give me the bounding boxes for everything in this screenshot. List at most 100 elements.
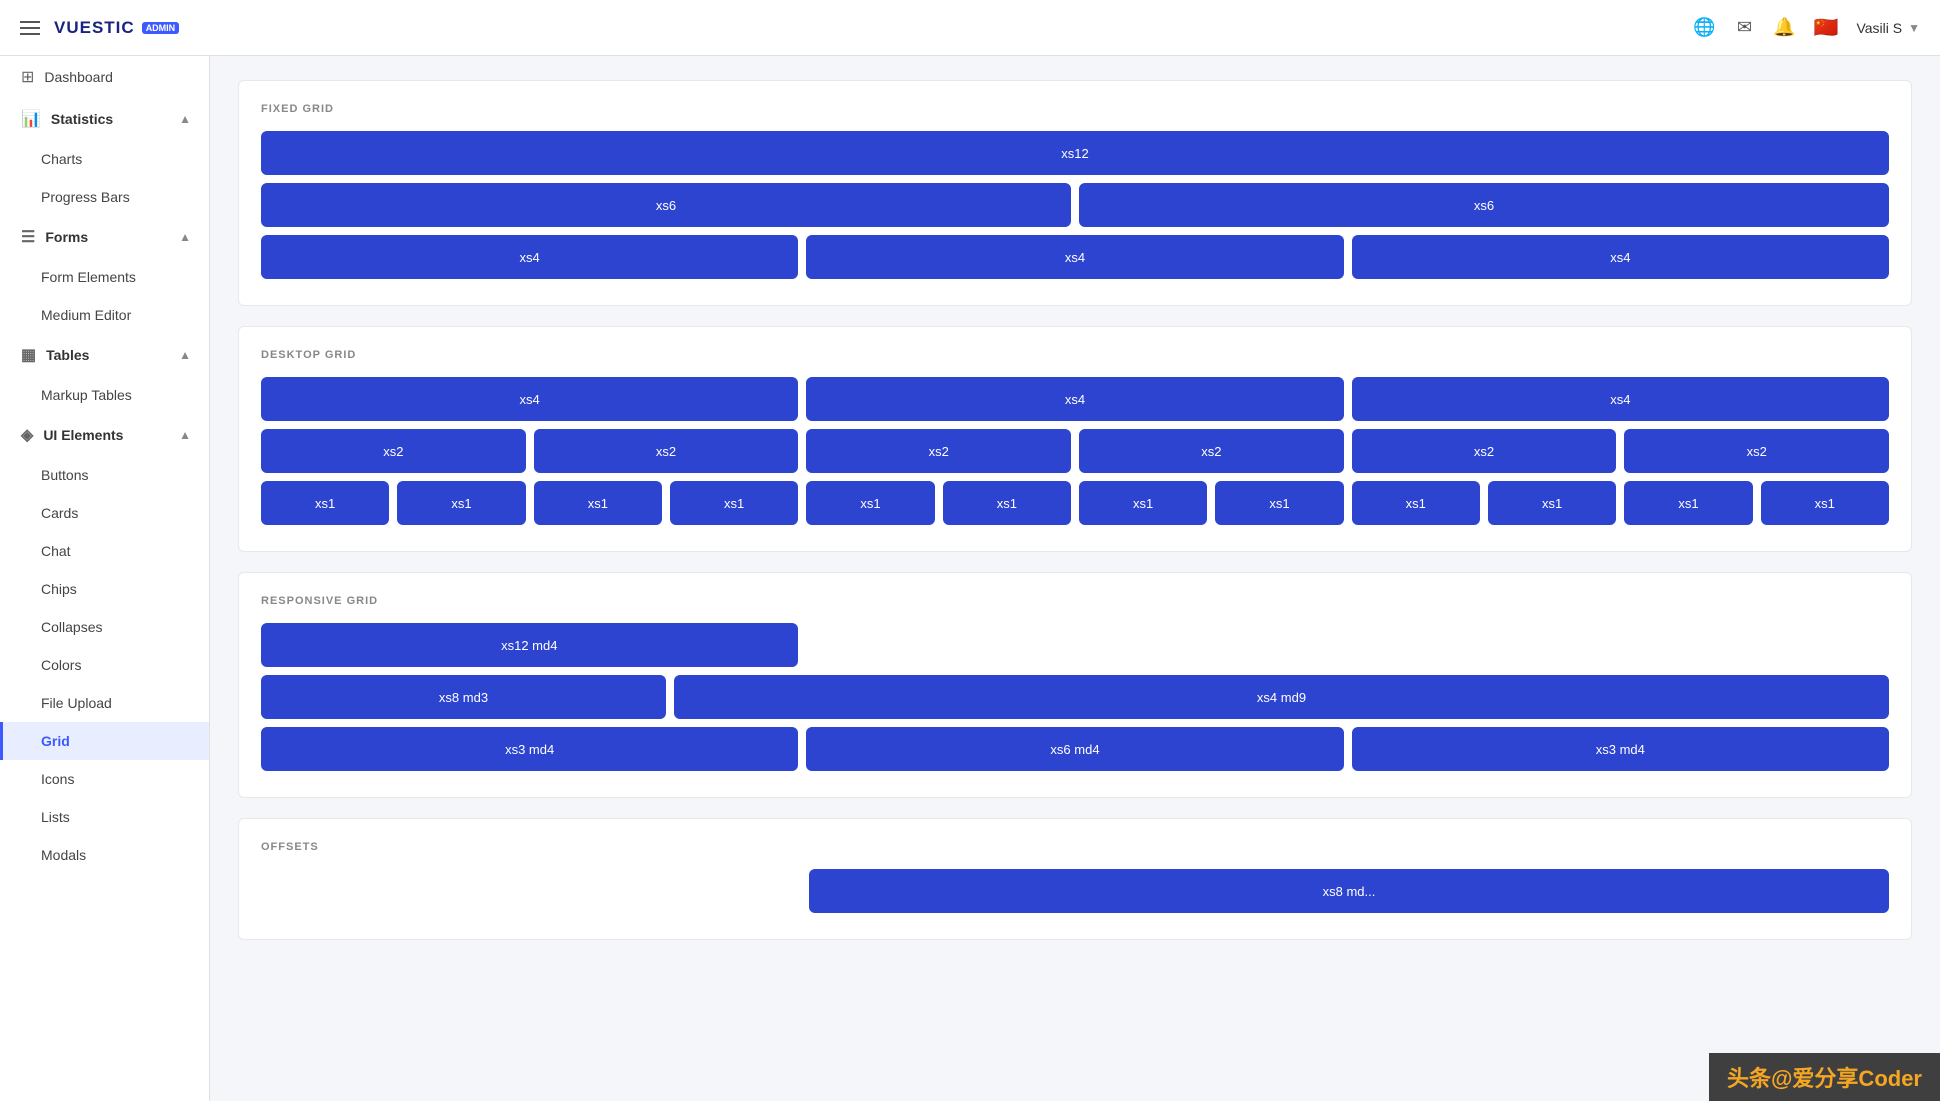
offsets-row-1: xs8 md... xyxy=(261,869,1889,913)
desktop-cell-xs1-5: xs1 xyxy=(806,481,934,525)
resp-cell-xs3md4-2: xs3 md4 xyxy=(1352,727,1889,771)
desktop-cell-xs4-2: xs4 xyxy=(806,377,1343,421)
globe-icon[interactable]: 🌐 xyxy=(1694,17,1716,39)
sidebar-item-medium-editor[interactable]: Medium Editor xyxy=(0,296,209,334)
sidebar-label-medium-editor: Medium Editor xyxy=(41,307,131,323)
desktop-cell-xs1-7: xs1 xyxy=(1079,481,1207,525)
cell-xs4-1: xs4 xyxy=(261,235,798,279)
sidebar-label-icons: Icons xyxy=(41,771,74,787)
desktop-cell-xs2-6: xs2 xyxy=(1624,429,1889,473)
user-menu[interactable]: Vasili S ▼ xyxy=(1856,20,1920,36)
ui-elements-chevron-icon: ▲ xyxy=(179,428,191,442)
desktop-grid-row-2: xs2 xs2 xs2 xs2 xs2 xs2 xyxy=(261,429,1889,473)
sidebar-item-progress-bars[interactable]: Progress Bars xyxy=(0,178,209,216)
responsive-grid-section: RESPONSIVE GRID xs12 md4 xs8 md3 xs4 md9… xyxy=(238,572,1912,798)
desktop-cell-xs4-1: xs4 xyxy=(261,377,798,421)
topnav-right: 🌐 ✉ 🔔 🇨🇳 Vasili S ▼ xyxy=(1694,15,1920,40)
sidebar-item-chat[interactable]: Chat xyxy=(0,532,209,570)
desktop-cell-xs4-3: xs4 xyxy=(1352,377,1889,421)
responsive-grid-row-1: xs12 md4 xyxy=(261,623,1889,667)
sidebar: ⊞ Dashboard 📊 Statistics ▲ Charts Progre… xyxy=(0,56,210,1101)
sidebar-section-tables[interactable]: ▦ Tables ▲ xyxy=(0,334,209,376)
sidebar-label-markup-tables: Markup Tables xyxy=(41,387,132,403)
sidebar-item-lists[interactable]: Lists xyxy=(0,798,209,836)
sidebar-item-charts[interactable]: Charts xyxy=(0,140,209,178)
logo-badge: ADMIN xyxy=(142,22,180,34)
sidebar-item-modals[interactable]: Modals xyxy=(0,836,209,874)
cell-xs6-1: xs6 xyxy=(261,183,1071,227)
cell-xs12: xs12 xyxy=(261,131,1889,175)
user-chevron-icon: ▼ xyxy=(1908,21,1920,35)
desktop-cell-xs2-3: xs2 xyxy=(806,429,1071,473)
forms-chevron-icon: ▲ xyxy=(179,230,191,244)
desktop-grid-row-3: xs1 xs1 xs1 xs1 xs1 xs1 xs1 xs1 xs1 xs1 … xyxy=(261,481,1889,525)
desktop-cell-xs2-4: xs2 xyxy=(1079,429,1344,473)
sidebar-item-dashboard[interactable]: ⊞ Dashboard xyxy=(0,56,209,98)
desktop-cell-xs1-1: xs1 xyxy=(261,481,389,525)
sidebar-label-lists: Lists xyxy=(41,809,70,825)
sidebar-item-chips[interactable]: Chips xyxy=(0,570,209,608)
resp-cell-xs12md4: xs12 md4 xyxy=(261,623,798,667)
sidebar-section-ui-elements[interactable]: ◈ UI Elements ▲ xyxy=(0,414,209,456)
forms-icon: ☰ xyxy=(21,227,35,247)
desktop-grid-title: DESKTOP GRID xyxy=(261,349,1889,361)
bell-icon[interactable]: 🔔 xyxy=(1774,17,1796,39)
sidebar-item-file-upload[interactable]: File Upload xyxy=(0,684,209,722)
sidebar-section-statistics[interactable]: 📊 Statistics ▲ xyxy=(0,98,209,140)
layout: ⊞ Dashboard 📊 Statistics ▲ Charts Progre… xyxy=(0,56,1940,1101)
desktop-cell-xs1-6: xs1 xyxy=(943,481,1071,525)
flag-icon[interactable]: 🇨🇳 xyxy=(1814,15,1839,40)
sidebar-label-form-elements: Form Elements xyxy=(41,269,136,285)
mail-icon[interactable]: ✉ xyxy=(1734,17,1756,39)
sidebar-label-dashboard: Dashboard xyxy=(44,69,113,85)
hamburger-icon[interactable] xyxy=(20,21,40,35)
sidebar-label-modals: Modals xyxy=(41,847,86,863)
desktop-cell-xs1-4: xs1 xyxy=(670,481,798,525)
sidebar-label-forms: Forms xyxy=(45,229,88,245)
sidebar-item-collapses[interactable]: Collapses xyxy=(0,608,209,646)
sidebar-label-charts: Charts xyxy=(41,151,82,167)
responsive-grid-row-3: xs3 md4 xs6 md4 xs3 md4 xyxy=(261,727,1889,771)
sidebar-label-grid: Grid xyxy=(41,733,70,749)
statistics-icon: 📊 xyxy=(21,109,41,129)
sidebar-label-collapses: Collapses xyxy=(41,619,102,635)
sidebar-label-cards: Cards xyxy=(41,505,78,521)
sidebar-section-forms[interactable]: ☰ Forms ▲ xyxy=(0,216,209,258)
sidebar-item-icons[interactable]: Icons xyxy=(0,760,209,798)
resp-cell-xs8md3: xs8 md3 xyxy=(261,675,666,719)
sidebar-label-file-upload: File Upload xyxy=(41,695,112,711)
topnav-left: VUESTIC ADMIN xyxy=(20,18,179,38)
topnav: VUESTIC ADMIN 🌐 ✉ 🔔 🇨🇳 Vasili S ▼ xyxy=(0,0,1940,56)
tables-chevron-icon: ▲ xyxy=(179,348,191,362)
desktop-cell-xs2-1: xs2 xyxy=(261,429,526,473)
resp-cell-xs6md4: xs6 md4 xyxy=(806,727,1343,771)
sidebar-label-ui-elements: UI Elements xyxy=(43,427,123,443)
desktop-cell-xs1-10: xs1 xyxy=(1488,481,1616,525)
desktop-grid-row-1: xs4 xs4 xs4 xyxy=(261,377,1889,421)
offsets-cell-xs8: xs8 md... xyxy=(809,869,1889,913)
sidebar-item-cards[interactable]: Cards xyxy=(0,494,209,532)
main-content: FIXED GRID xs12 xs6 xs6 xs4 xs4 xs4 xyxy=(210,56,1940,1101)
sidebar-item-grid[interactable]: Grid xyxy=(0,722,209,760)
fixed-grid-row-3: xs4 xs4 xs4 xyxy=(261,235,1889,279)
sidebar-label-colors: Colors xyxy=(41,657,81,673)
sidebar-label-chat: Chat xyxy=(41,543,71,559)
desktop-cell-xs1-12: xs1 xyxy=(1761,481,1889,525)
offsets-title: OFFSETS xyxy=(261,841,1889,853)
desktop-cell-xs2-2: xs2 xyxy=(534,429,799,473)
cell-xs6-2: xs6 xyxy=(1079,183,1889,227)
responsive-grid-title: RESPONSIVE GRID xyxy=(261,595,1889,607)
sidebar-label-statistics: Statistics xyxy=(51,111,113,127)
sidebar-item-form-elements[interactable]: Form Elements xyxy=(0,258,209,296)
sidebar-label-tables: Tables xyxy=(46,347,89,363)
main-wrapper: FIXED GRID xs12 xs6 xs6 xs4 xs4 xs4 xyxy=(210,56,1940,1101)
cell-xs4-3: xs4 xyxy=(1352,235,1889,279)
logo-text: VUESTIC xyxy=(54,18,135,38)
sidebar-item-buttons[interactable]: Buttons xyxy=(0,456,209,494)
sidebar-item-colors[interactable]: Colors xyxy=(0,646,209,684)
sidebar-item-markup-tables[interactable]: Markup Tables xyxy=(0,376,209,414)
resp-cell-xs4md9: xs4 md9 xyxy=(674,675,1889,719)
cell-xs4-2: xs4 xyxy=(806,235,1343,279)
logo: VUESTIC ADMIN xyxy=(54,18,179,38)
fixed-grid-row-1: xs12 xyxy=(261,131,1889,175)
